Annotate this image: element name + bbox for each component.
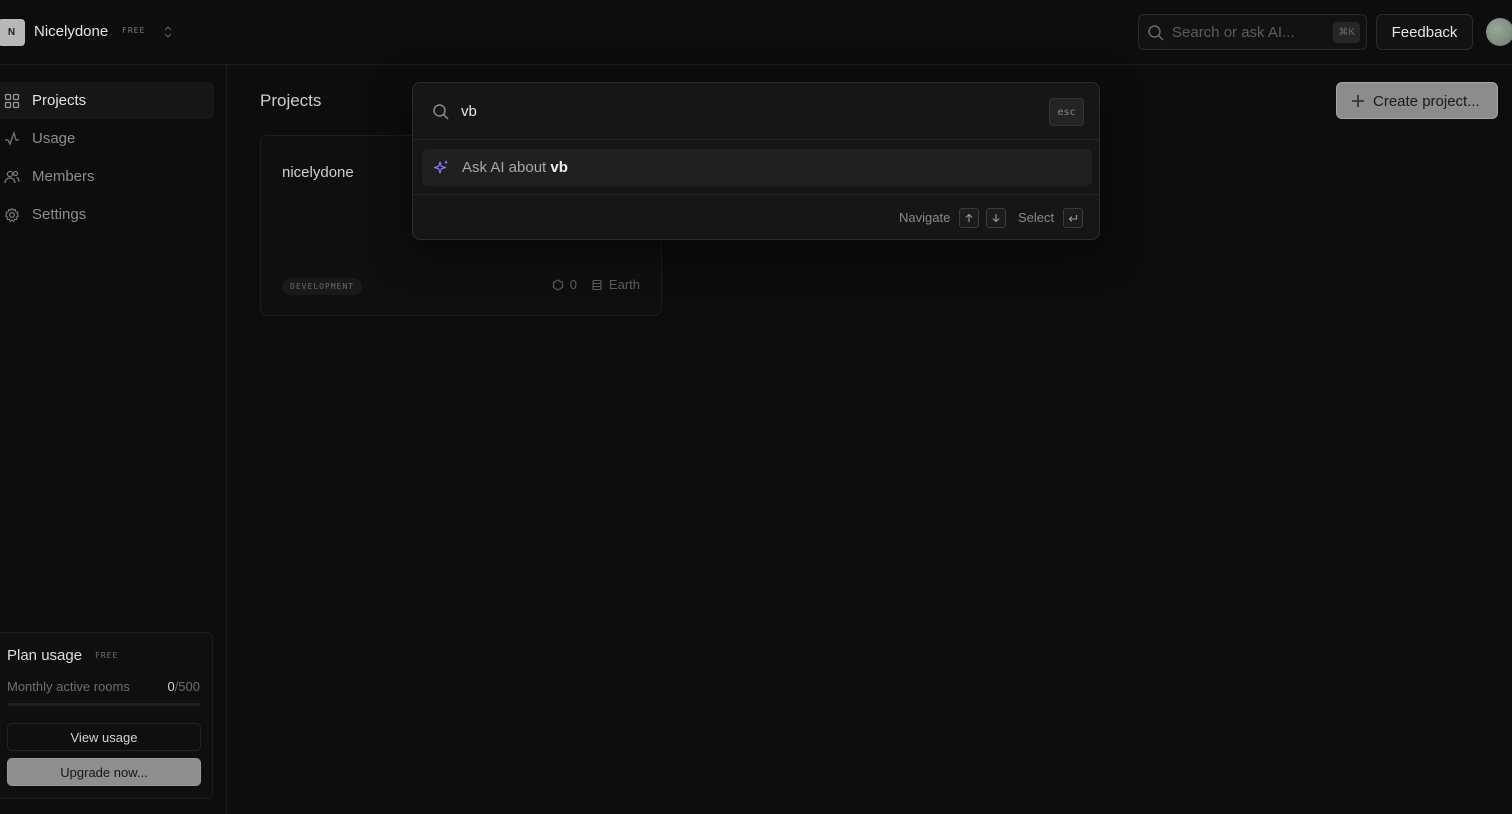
command-palette: esc Ask AI about vb Navigate Select	[412, 82, 1100, 240]
org-name[interactable]: Nicelydone	[34, 23, 108, 40]
search-shortcut: ⌘K	[1333, 22, 1360, 43]
result-prefix: Ask AI about	[462, 159, 551, 176]
activity-icon	[5, 131, 19, 146]
esc-key-hint[interactable]: esc	[1049, 98, 1084, 126]
feedback-button[interactable]: Feedback	[1376, 14, 1473, 50]
top-header: N Nicelydone FREE Search or ask AI... ⌘K…	[0, 0, 1512, 65]
gear-icon	[4, 207, 20, 223]
enter-key-icon	[1063, 208, 1083, 228]
result-term: vb	[550, 159, 568, 176]
upgrade-button[interactable]: Upgrade now...	[7, 758, 201, 786]
plan-usage-title: Plan usage	[7, 647, 83, 664]
arrow-up-icon	[959, 208, 979, 228]
sidebar-item-usage[interactable]: Usage	[0, 120, 214, 157]
environment-badge: DEVELOPMENT	[282, 278, 362, 295]
org-avatar[interactable]: N	[0, 19, 25, 46]
chevron-up-down-icon[interactable]	[162, 24, 174, 40]
result-text: Ask AI about vb	[462, 159, 568, 176]
grid-icon	[4, 93, 20, 109]
project-meta: 0 Earth	[552, 277, 640, 292]
navigate-hint: Navigate	[899, 210, 951, 225]
sidebar-item-projects[interactable]: Projects	[0, 82, 214, 119]
search-icon	[433, 104, 449, 120]
user-avatar[interactable]	[1486, 18, 1512, 46]
plus-icon	[1352, 95, 1364, 107]
rooms-icon	[552, 278, 563, 291]
plan-badge: FREE	[95, 651, 119, 660]
view-usage-button[interactable]: View usage	[7, 723, 201, 751]
page-title: Projects	[260, 91, 322, 110]
search-icon	[1148, 25, 1164, 41]
sidebar: Projects Usage Members Settings Plan usa…	[0, 65, 227, 814]
sidebar-item-label: Settings	[32, 206, 87, 223]
ask-ai-result[interactable]: Ask AI about vb	[422, 149, 1092, 186]
select-hint: Select	[1018, 210, 1055, 225]
palette-input-row: esc	[413, 83, 1099, 140]
plan-badge: FREE	[122, 26, 146, 35]
sidebar-item-label: Projects	[32, 92, 87, 109]
metric-limit: /500	[174, 679, 200, 694]
sidebar-item-members[interactable]: Members	[0, 158, 214, 195]
metric-label: Monthly active rooms	[7, 679, 130, 694]
plan-usage-card: Plan usage FREE Monthly active rooms 0/5…	[0, 632, 213, 799]
rooms-count: 0	[569, 277, 577, 292]
sidebar-item-label: Members	[32, 168, 95, 185]
sidebar-item-label: Usage	[32, 130, 76, 147]
usage-progress-bar	[7, 703, 201, 706]
global-search[interactable]: Search or ask AI... ⌘K	[1138, 14, 1367, 50]
project-region: Earth	[608, 277, 640, 292]
metric-count: 0/500	[167, 679, 200, 694]
palette-search-input[interactable]	[461, 100, 1021, 122]
create-project-label: Create project...	[1373, 93, 1480, 110]
project-name: nicelydone	[282, 164, 354, 181]
arrow-down-icon	[986, 208, 1006, 228]
create-project-button[interactable]: Create project...	[1336, 82, 1498, 119]
search-placeholder: Search or ask AI...	[1172, 24, 1295, 41]
sparkle-icon	[433, 160, 449, 174]
sidebar-item-settings[interactable]: Settings	[0, 196, 214, 233]
users-icon	[4, 170, 20, 184]
server-icon	[592, 279, 602, 290]
metric-used: 0	[167, 679, 175, 694]
palette-footer: Navigate Select	[413, 194, 1099, 239]
